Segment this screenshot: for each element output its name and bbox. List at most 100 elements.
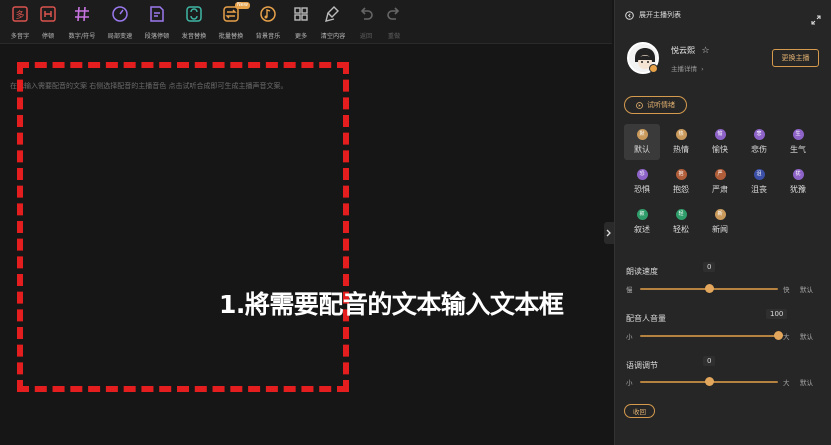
toolbar: 多 多音字 停顿 数字/符号 局部变速 段落停顿 发音替换 New 批量替换 背… xyxy=(0,0,612,44)
speed-knob[interactable] xyxy=(704,284,714,293)
speed-label: 朗读速度 xyxy=(626,267,658,276)
fullscreen-icon[interactable] xyxy=(811,10,821,29)
emotion-option[interactable]: 生生气 xyxy=(780,124,816,160)
number-symbol-button[interactable]: 数字/符号 xyxy=(64,4,100,40)
tool-label: 清空内容 xyxy=(320,32,346,40)
panel-header-label: 展开主播列表 xyxy=(639,11,681,19)
emotion-label: 生气 xyxy=(790,145,806,154)
speed-value: 0 xyxy=(703,262,716,272)
chevron-right-icon: › xyxy=(701,65,704,73)
clear-icon xyxy=(323,4,343,24)
volume-track[interactable] xyxy=(640,335,778,337)
emotion-option[interactable]: 热热情 xyxy=(663,124,699,160)
pitch-label: 语调调节 xyxy=(626,361,658,370)
text-editor[interactable]: 在此输入需要配音的文案 右侧选择配音的主播音色 点击试听合成即可生成主播声音文案… xyxy=(0,45,612,445)
music-icon xyxy=(258,4,278,24)
tool-label: 局部变速 xyxy=(107,32,133,40)
polyphone-icon: 多 xyxy=(10,4,30,24)
pitch-min-label: 小 xyxy=(626,379,633,387)
emotion-label: 悲伤 xyxy=(751,145,767,154)
emotion-label: 严肃 xyxy=(712,185,728,194)
tool-label: 段落停顿 xyxy=(144,32,170,40)
expand-anchor-list-toggle[interactable]: 展开主播列表 xyxy=(625,10,681,20)
emotion-icon: 默 xyxy=(636,129,648,140)
pause-button[interactable]: 停顿 xyxy=(30,4,66,40)
pitch-slider[interactable]: 小 大 默认 xyxy=(626,377,826,387)
tool-label: 数字/符号 xyxy=(68,32,96,40)
emotion-label: 愉快 xyxy=(712,145,728,154)
anchor-name: 悦云熙 ☆ xyxy=(671,45,710,56)
speed-slider[interactable]: 慢 快 默认 xyxy=(626,284,826,294)
pitch-max-label: 大 xyxy=(783,379,790,387)
emotion-label: 默认 xyxy=(634,145,650,154)
anchor-panel: 展开主播列表 悦云熙 ☆ 主播详情 › 更换主播 试听情绪 默默认热热情愉愉快悲… xyxy=(614,0,831,445)
volume-max-label: 大 xyxy=(783,333,790,341)
emotion-label: 新闻 xyxy=(712,225,728,234)
pitch-default-button[interactable]: 默认 xyxy=(800,377,813,387)
emotion-option[interactable]: 沮沮丧 xyxy=(741,164,777,200)
emotion-label: 恐惧 xyxy=(634,185,650,194)
emotion-label: 叙述 xyxy=(634,225,650,234)
pronunciation-replace-icon xyxy=(184,4,204,24)
emotion-label: 沮丧 xyxy=(751,185,767,194)
batch-replace-button[interactable]: New 批量替换 xyxy=(213,2,250,40)
emotion-label: 抱怨 xyxy=(673,185,689,194)
tool-label: 背景音乐 xyxy=(255,32,281,40)
vip-badge-icon xyxy=(649,64,658,73)
volume-default-button[interactable]: 默认 xyxy=(800,331,813,341)
redo-icon xyxy=(384,4,404,24)
speed-button[interactable]: 局部变速 xyxy=(102,4,138,40)
volume-label: 配音人音量 xyxy=(626,314,666,323)
chevron-left-circle-icon xyxy=(625,10,634,20)
play-circle-icon xyxy=(636,101,643,109)
emotion-label: 轻松 xyxy=(673,225,689,234)
emotion-option[interactable]: 悲悲伤 xyxy=(741,124,777,160)
emotion-icon: 愉 xyxy=(714,129,726,140)
speed-min-label: 慢 xyxy=(626,286,633,294)
annotation-dashed-box xyxy=(17,62,349,392)
new-badge: New xyxy=(235,2,250,9)
emotion-icon: 叙 xyxy=(636,209,648,220)
star-icon[interactable]: ☆ xyxy=(702,46,710,56)
tool-label: 重做 xyxy=(387,32,401,40)
volume-min-label: 小 xyxy=(626,333,633,341)
anchor-detail-text: 主播详情 xyxy=(671,65,697,73)
volume-slider[interactable]: 小 大 默认 xyxy=(626,331,826,341)
emotion-option[interactable]: 犹犹豫 xyxy=(780,164,816,200)
emotion-option[interactable]: 默默认 xyxy=(624,124,660,160)
speed-default-button[interactable]: 默认 xyxy=(800,284,813,294)
switch-anchor-button[interactable]: 更换主播 xyxy=(772,49,819,67)
pronunciation-replace-button[interactable]: 发音替换 xyxy=(176,4,212,40)
emotion-option[interactable]: 轻轻松 xyxy=(663,204,699,240)
pitch-value: 0 xyxy=(703,356,716,366)
listen-emotion-button[interactable]: 试听情绪 xyxy=(624,96,687,114)
paragraph-pause-icon xyxy=(147,4,167,24)
panel-collapse-tab[interactable] xyxy=(604,222,614,244)
emotion-icon: 抱 xyxy=(675,169,687,180)
music-button[interactable]: 背景音乐 xyxy=(250,4,286,40)
speed-max-label: 快 xyxy=(783,286,790,294)
emotion-icon: 沮 xyxy=(753,169,765,180)
emotion-icon: 犹 xyxy=(792,169,804,180)
emotion-label: 热情 xyxy=(673,145,689,154)
emotion-option[interactable]: 新新闻 xyxy=(702,204,738,240)
emotion-option[interactable]: 愉愉快 xyxy=(702,124,738,160)
paragraph-pause-button[interactable]: 段落停顿 xyxy=(139,4,175,40)
emotion-option[interactable]: 恐恐惧 xyxy=(624,164,660,200)
anchor-detail-link[interactable]: 主播详情 › xyxy=(671,63,704,73)
collapse-button[interactable]: 收回 xyxy=(624,404,655,418)
redo-button[interactable]: 重做 xyxy=(376,4,412,40)
number-symbol-icon xyxy=(72,4,92,24)
anchor-name-text: 悦云熙 xyxy=(671,46,695,55)
emotion-option[interactable]: 抱抱怨 xyxy=(663,164,699,200)
emotion-option[interactable]: 叙叙述 xyxy=(624,204,660,240)
emotion-icon: 新 xyxy=(714,209,726,220)
emotion-option[interactable]: 严严肃 xyxy=(702,164,738,200)
tool-label: 批量替换 xyxy=(218,32,244,40)
pause-icon xyxy=(38,4,58,24)
emotion-icon: 恐 xyxy=(636,169,648,180)
pitch-knob[interactable] xyxy=(704,377,714,386)
more-button[interactable]: 更多 xyxy=(283,4,319,40)
clear-button[interactable]: 清空内容 xyxy=(315,4,351,40)
volume-knob[interactable] xyxy=(773,331,783,340)
